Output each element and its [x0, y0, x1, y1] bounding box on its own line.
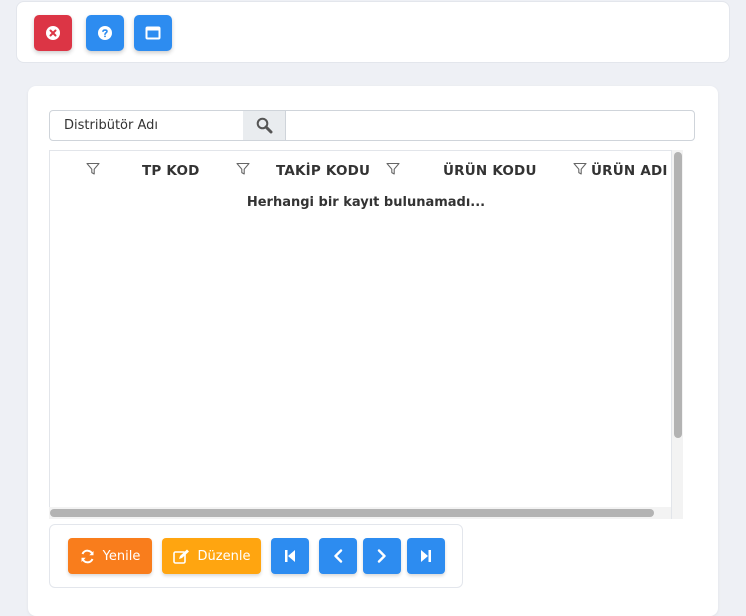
- edit-button[interactable]: Düzenle: [162, 538, 261, 574]
- top-toolbar: [16, 1, 730, 63]
- chevron-left-icon: [334, 549, 343, 563]
- window-button[interactable]: [134, 15, 172, 51]
- grid-footer: Yenile Düzenle: [49, 524, 463, 588]
- window-icon: [145, 26, 161, 40]
- previous-page-button[interactable]: [319, 538, 357, 574]
- main-panel: Distribütör Adı TP KOD TAKİP KODU ÜRÜN K…: [28, 86, 718, 616]
- first-page-button[interactable]: [271, 538, 309, 574]
- column-header[interactable]: ÜRÜN ADI: [591, 163, 668, 179]
- next-page-button[interactable]: [363, 538, 401, 574]
- close-button[interactable]: [34, 15, 72, 51]
- edit-icon: [172, 549, 190, 564]
- filter-icon[interactable]: [386, 162, 400, 176]
- help-button[interactable]: [86, 15, 124, 51]
- vertical-scroll-thumb[interactable]: [674, 152, 682, 438]
- refresh-button[interactable]: Yenile: [68, 538, 152, 574]
- distributor-name-input[interactable]: [286, 111, 695, 142]
- vertical-scrollbar[interactable]: [671, 150, 683, 519]
- first-page-icon: [285, 550, 295, 562]
- empty-message: Herhangi bir kayıt bulunamadı...: [246, 195, 486, 210]
- search-icon: [256, 117, 272, 134]
- distributor-name-label: Distribütör Adı: [50, 111, 257, 140]
- help-circle-icon: [98, 26, 112, 40]
- filter-icon[interactable]: [236, 162, 250, 176]
- last-page-button[interactable]: [407, 538, 445, 574]
- data-grid: TP KOD TAKİP KODU ÜRÜN KODU ÜRÜN ADI Her…: [49, 150, 683, 519]
- distributor-search: Distribütör Adı: [49, 110, 695, 142]
- chevron-right-icon: [377, 549, 386, 563]
- column-header[interactable]: TAKİP KODU: [276, 163, 370, 179]
- last-page-icon: [421, 550, 431, 562]
- filter-icon[interactable]: [573, 162, 587, 176]
- refresh-icon: [80, 549, 95, 564]
- refresh-label: Yenile: [102, 548, 141, 564]
- column-header[interactable]: TP KOD: [142, 163, 200, 179]
- search-button[interactable]: [243, 111, 286, 140]
- close-circle-icon: [46, 26, 60, 40]
- column-header[interactable]: ÜRÜN KODU: [443, 163, 537, 179]
- filter-icon[interactable]: [86, 162, 100, 176]
- horizontal-scrollbar[interactable]: [49, 507, 671, 519]
- edit-label: Düzenle: [197, 548, 251, 564]
- horizontal-scroll-thumb[interactable]: [50, 509, 654, 517]
